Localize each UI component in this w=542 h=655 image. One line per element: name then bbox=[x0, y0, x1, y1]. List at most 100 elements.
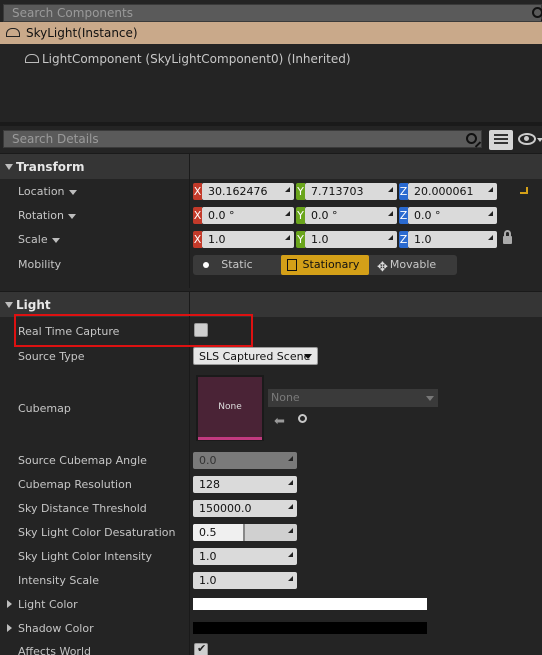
shadow-color-swatch[interactable] bbox=[193, 622, 427, 634]
sky-distance-threshold-label: Sky Distance Threshold bbox=[18, 502, 147, 515]
affects-world-checkbox[interactable]: ✔ bbox=[194, 642, 208, 655]
reset-to-default-icon[interactable] bbox=[520, 187, 528, 194]
scale-label[interactable]: Scale bbox=[18, 233, 60, 246]
axis-y-label: Y bbox=[296, 207, 305, 224]
lock-icon[interactable] bbox=[503, 230, 512, 244]
color-intensity-label: Sky Light Color Intensity bbox=[18, 550, 153, 563]
source-cubemap-angle-field[interactable]: 0.0 bbox=[193, 452, 297, 469]
cubemap-label: Cubemap bbox=[18, 402, 71, 415]
real-time-capture-checkbox[interactable] bbox=[194, 323, 208, 337]
view-options-chevron-icon[interactable] bbox=[537, 138, 542, 142]
drag-handle-icon[interactable] bbox=[488, 235, 493, 240]
chevron-right-icon[interactable] bbox=[7, 600, 12, 608]
asset-type-stripe bbox=[198, 437, 262, 440]
column-divider[interactable] bbox=[189, 153, 190, 288]
components-search-placeholder: Search Components bbox=[12, 6, 133, 20]
eye-icon[interactable] bbox=[518, 133, 536, 145]
mobility-movable-option[interactable]: ✥ Movable bbox=[369, 255, 457, 275]
source-type-value: SLS Captured Scene bbox=[199, 350, 311, 363]
details-search-placeholder: Search Details bbox=[12, 132, 99, 146]
drag-handle-icon[interactable] bbox=[288, 480, 293, 485]
component-child-row[interactable]: LightComponent (SkyLightComponent0) (Inh… bbox=[0, 48, 542, 70]
drag-handle-icon[interactable] bbox=[288, 504, 293, 509]
mobility-selector[interactable]: Static Stationary ✥ Movable bbox=[193, 255, 457, 275]
details-search-input[interactable]: Search Details bbox=[3, 130, 482, 148]
chevron-right-icon[interactable] bbox=[7, 624, 12, 632]
light-color-swatch[interactable] bbox=[193, 598, 427, 610]
source-type-dropdown[interactable]: SLS Captured Scene bbox=[193, 347, 318, 365]
drag-handle-icon[interactable] bbox=[288, 576, 293, 581]
drag-handle-icon[interactable] bbox=[285, 211, 290, 216]
shadow-color-label: Shadow Color bbox=[18, 622, 94, 635]
real-time-capture-label: Real Time Capture bbox=[18, 325, 120, 338]
use-selected-arrow-icon[interactable]: ⬅ bbox=[274, 414, 285, 429]
rotation-y-field[interactable]: 0.0 ° bbox=[305, 207, 397, 224]
drag-handle-icon[interactable] bbox=[288, 552, 293, 557]
rotation-label[interactable]: Rotation bbox=[18, 209, 77, 222]
grid-icon bbox=[494, 134, 508, 136]
drag-handle-icon[interactable] bbox=[288, 456, 293, 461]
source-type-label: Source Type bbox=[18, 350, 85, 363]
axis-z-label: Z bbox=[399, 183, 408, 200]
location-z-value: 20.000061 bbox=[414, 185, 474, 198]
cubemap-asset-picker[interactable]: None bbox=[268, 389, 438, 407]
cubemap-resolution-field[interactable]: 128 bbox=[193, 476, 297, 493]
axis-x-label: X bbox=[193, 231, 202, 248]
rotation-z-value: 0.0 ° bbox=[414, 209, 441, 222]
scale-z-field[interactable]: 1.0 bbox=[408, 231, 497, 248]
mobility-stationary-option[interactable]: Stationary bbox=[281, 255, 369, 275]
scale-x-field[interactable]: 1.0 bbox=[202, 231, 294, 248]
drag-handle-icon[interactable] bbox=[288, 528, 293, 533]
location-label[interactable]: Location bbox=[18, 185, 77, 198]
intensity-scale-field[interactable]: 1.0 bbox=[193, 572, 297, 589]
details-search-icon[interactable] bbox=[466, 133, 477, 144]
location-x-field[interactable]: 30.162476 bbox=[202, 183, 294, 200]
color-desaturation-slider[interactable]: 0.5 bbox=[193, 524, 297, 541]
transform-section-header[interactable]: Transform bbox=[0, 153, 542, 179]
location-y-field[interactable]: 7.713703 bbox=[305, 183, 397, 200]
component-root-row[interactable]: SkyLight(Instance) bbox=[0, 22, 542, 44]
scale-x-value: 1.0 bbox=[208, 233, 226, 246]
drag-handle-icon[interactable] bbox=[388, 187, 393, 192]
drag-handle-icon[interactable] bbox=[488, 187, 493, 192]
light-section-header[interactable]: Light bbox=[0, 291, 542, 317]
mobility-movable-label: Movable bbox=[389, 258, 437, 271]
scale-y-field[interactable]: 1.0 bbox=[305, 231, 397, 248]
drag-handle-icon[interactable] bbox=[488, 211, 493, 216]
panel-splitter[interactable] bbox=[0, 122, 542, 126]
search-icon[interactable] bbox=[532, 7, 542, 18]
column-divider[interactable] bbox=[189, 291, 190, 655]
intensity-scale-label: Intensity Scale bbox=[18, 574, 99, 587]
axis-y-label: Y bbox=[296, 231, 305, 248]
rotation-z-field[interactable]: 0.0 ° bbox=[408, 207, 497, 224]
drag-handle-icon[interactable] bbox=[285, 235, 290, 240]
mobility-stationary-label: Stationary bbox=[302, 258, 360, 271]
browse-search-icon[interactable] bbox=[298, 414, 307, 423]
sky-distance-threshold-value: 150000.0 bbox=[199, 502, 252, 515]
component-child-label: LightComponent (SkyLightComponent0) (Inh… bbox=[42, 52, 351, 66]
rotation-x-field[interactable]: 0.0 ° bbox=[202, 207, 294, 224]
drag-handle-icon[interactable] bbox=[388, 211, 393, 216]
property-matrix-button[interactable] bbox=[489, 130, 513, 150]
static-icon bbox=[203, 262, 209, 268]
drag-handle-icon[interactable] bbox=[285, 187, 290, 192]
drag-handle-icon[interactable] bbox=[388, 235, 393, 240]
mobility-static-option[interactable]: Static bbox=[193, 255, 281, 275]
mobility-static-label: Static bbox=[221, 258, 253, 271]
color-intensity-field[interactable]: 1.0 bbox=[193, 548, 297, 565]
axis-z-label: Z bbox=[399, 207, 408, 224]
cubemap-resolution-value: 128 bbox=[199, 478, 220, 491]
components-search-input[interactable]: Search Components bbox=[3, 4, 542, 22]
light-color-label: Light Color bbox=[18, 598, 78, 611]
axis-y-label: Y bbox=[296, 183, 305, 200]
rotation-x-value: 0.0 ° bbox=[208, 209, 235, 222]
chevron-down-icon bbox=[68, 213, 77, 219]
rotation-y-value: 0.0 ° bbox=[311, 209, 338, 222]
location-z-field[interactable]: 20.000061 bbox=[408, 183, 497, 200]
sky-distance-threshold-field[interactable]: 150000.0 bbox=[193, 500, 297, 517]
axis-z-label: Z bbox=[399, 231, 408, 248]
light-component-icon bbox=[25, 54, 39, 63]
location-y-value: 7.713703 bbox=[311, 185, 364, 198]
cubemap-resolution-label: Cubemap Resolution bbox=[18, 478, 132, 491]
cubemap-thumbnail[interactable]: None bbox=[196, 375, 264, 441]
